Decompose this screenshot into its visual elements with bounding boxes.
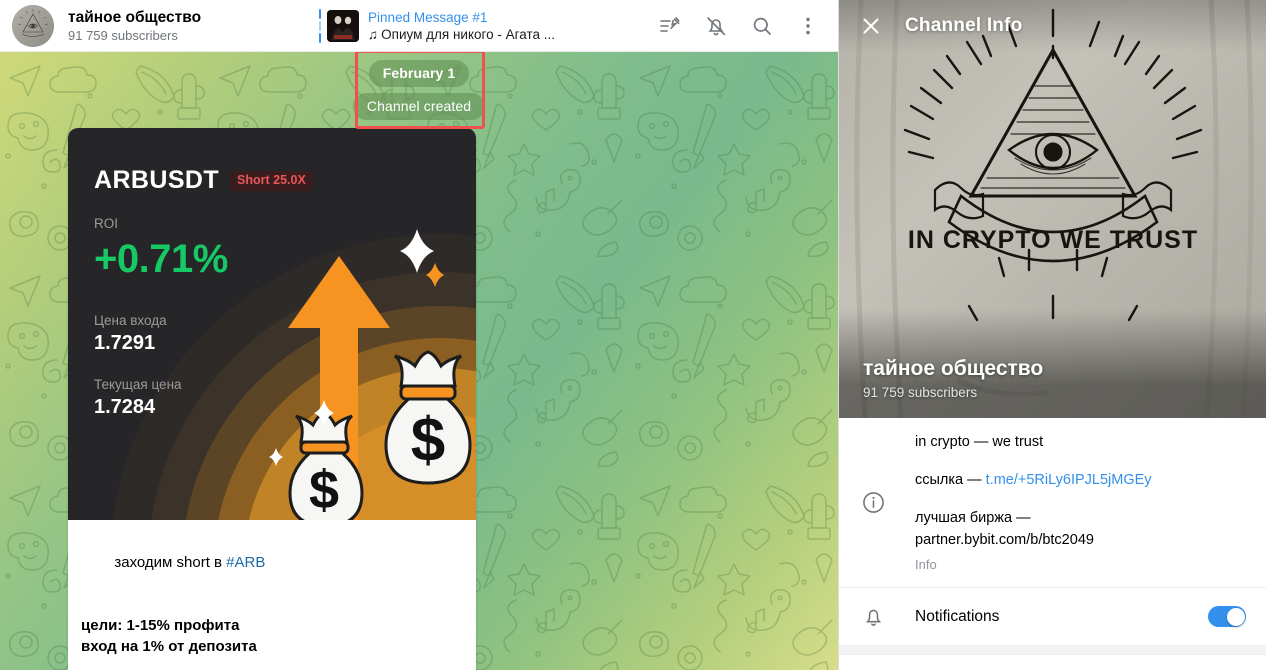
about-link-prefix: ссылка — [915,472,986,488]
close-icon[interactable] [859,14,883,38]
about-line-2: ссылка — t.me/+5RiLy6IPJL5jMGEy [915,469,1246,491]
symbol-row: ARBUSDT Short 25.0X [94,166,476,195]
roi-label: ROI [94,216,119,231]
about-line-1: in crypto — we trust [915,434,1044,450]
message-targets: цели: 1-15% профита вход на 1% от депози… [81,617,257,655]
channel-created-badge: Channel created [352,93,486,120]
info-subscribers: 91 759 subscribers [863,385,978,400]
entry-price-label: Цена входа [94,313,167,328]
current-price-label: Текущая цена [94,377,182,392]
chat-header: тайное общество 91 759 subscribers Pinne… [0,0,838,52]
pinned-thumbnail[interactable] [327,9,360,42]
pyramid-eye-avatar-icon [12,4,54,47]
channel-subscribers: 91 759 subscribers [68,27,178,43]
about-content: in crypto — we trust ссылка — t.me/+5RiL… [915,431,1246,574]
current-price-block: Текущая цена 1.7284 [94,376,476,420]
pinned-snippet-row: ♫ Опиум для никого - Агата ... [368,26,555,43]
message-line-intro: заходим short в [114,554,227,571]
info-circle-icon [861,490,915,515]
pinned-snippet: Опиум для никого - Агата ... [381,26,556,42]
pinned-text-block: Pinned Message #1 ♫ Опиум для никого - А… [368,9,555,43]
service-message-stack: February 1 Channel created [0,60,838,120]
telegram-window: тайное общество 91 759 subscribers Pinne… [0,0,1266,670]
header-icon-group [658,14,824,38]
channel-title-block[interactable]: тайное общество 91 759 subscribers [68,8,201,44]
bell-icon [861,604,915,629]
about-line-3a: лучшая биржа — [915,510,1031,526]
info-rows: in crypto — we trust ссылка — t.me/+5RiL… [839,418,1266,655]
channel-photo-hero[interactable]: IN CRYPTO WE TRUST Channel Info тайное о… [839,0,1266,418]
more-vertical-icon[interactable] [796,14,820,38]
pinned-message-bar[interactable]: Pinned Message #1 ♫ Опиум для никого - А… [319,8,555,43]
notifications-row[interactable]: Notifications [839,588,1266,645]
svg-text:IN CRYPTO WE TRUST: IN CRYPTO WE TRUST [908,226,1198,254]
channel-title: тайное общество [68,8,202,26]
pinned-messages-icon[interactable] [658,14,682,38]
pinned-label: Pinned Message #1 [368,9,488,25]
channel-avatar[interactable] [12,4,54,47]
trade-card-body: ARBUSDT Short 25.0X ROI +0.71% Цена вход… [68,128,476,420]
hero-name-block: тайное общество 91 759 subscribers [839,309,1266,418]
notifications-label: Notifications [915,607,1000,625]
message-bubble[interactable]: $ $ ARBUSDT Short 25.0X ROI +0.71% Цена … [68,128,476,670]
chat-column: тайное общество 91 759 subscribers Pinne… [0,0,838,670]
info-panel-filler [839,655,1266,670]
about-caption: Info [915,557,937,572]
entry-price-value: 1.7291 [94,332,156,354]
about-spacer [915,453,1246,469]
entry-price-block: Цена входа 1.7291 [94,312,476,356]
pinned-index-bars [319,8,322,43]
svg-text:$: $ [309,460,339,520]
notifications-toggle[interactable] [1208,606,1246,627]
album-thumbnail-icon [327,9,360,42]
section-separator [839,645,1266,655]
info-channel-name: тайное общество [863,357,1044,380]
trade-symbol: ARBUSDT [94,166,220,194]
channel-info-panel: IN CRYPTO WE TRUST Channel Info тайное о… [838,0,1266,670]
invite-link[interactable]: t.me/+5RiLy6IPJL5jMGEy [986,472,1152,488]
about-line-3b: partner.bybit.com/b/btc2049 [915,532,1094,548]
about-spacer-2 [915,491,1246,507]
search-icon[interactable] [750,14,774,38]
info-panel-header: Channel Info [839,0,1266,52]
current-price-value: 1.7284 [94,396,156,418]
info-panel-title: Channel Info [905,15,1023,36]
toggle-knob [1226,607,1245,626]
hashtag-link[interactable]: #ARB [226,554,265,571]
position-badge: Short 25.0X [230,170,313,191]
message-text: заходим short в #ARB цели: 1-15% профита… [68,520,476,670]
roi-value: +0.71% [94,237,228,281]
trade-result-card[interactable]: $ $ ARBUSDT Short 25.0X ROI +0.71% Цена … [68,128,476,520]
about-row[interactable]: in crypto — we trust ссылка — t.me/+5RiL… [839,418,1266,588]
music-note-icon: ♫ [368,26,379,42]
date-badge: February 1 [368,60,470,87]
bell-muted-icon[interactable] [704,14,728,38]
